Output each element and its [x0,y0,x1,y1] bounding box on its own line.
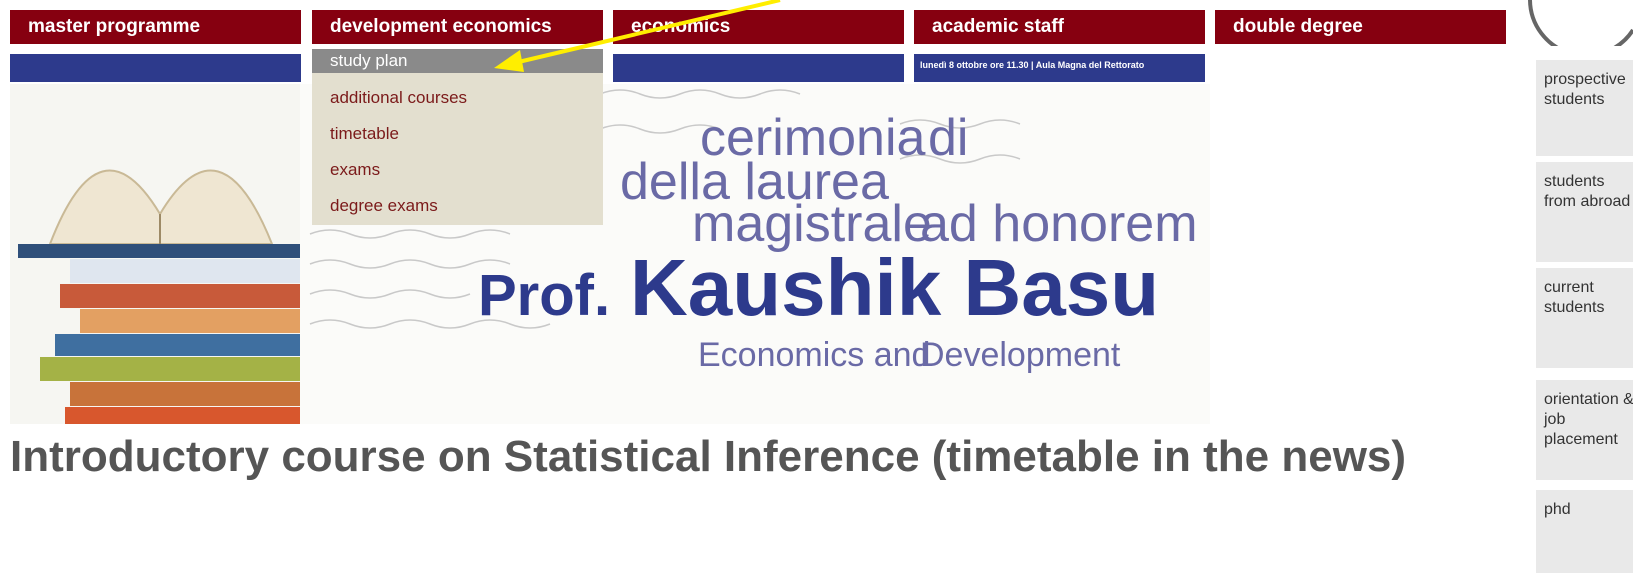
banner-prof: Prof. [478,263,611,328]
sidebar-item-label: students from abroad [1544,173,1631,210]
dropdown-item-exams[interactable]: exams [312,158,603,182]
banner-name: Kaushik Basu [630,243,1160,332]
sidebar-item-prospective-students[interactable]: prospective students [1536,60,1633,156]
dropdown-item-degree-exams[interactable]: degree exams [312,194,603,218]
banner-subtitle-a: Economics and [698,336,931,374]
sidebar-item-label: current students [1544,279,1605,316]
event-line: lunedì 8 ottobre ore 11.30 | Aula Magna … [920,60,1145,70]
banner-subtitle-b: Development [920,336,1121,374]
dropdown-item-timetable[interactable]: timetable [312,122,603,146]
annotation-arrow-icon [494,0,781,72]
tab-double-degree[interactable]: double degree [1215,10,1506,44]
page-title: Introductory course on Statistical Infer… [10,432,1407,481]
blue-bar [10,54,301,82]
tab-academic-staff[interactable]: academic staff [914,10,1205,44]
event-bar: lunedì 8 ottobre ore 11.30 | Aula Magna … [914,54,1205,82]
sidebar-item-students-from-abroad[interactable]: students from abroad [1536,162,1633,262]
dropdown-item-label: timetable [330,124,399,143]
sidebar-item-orientation-job-placement[interactable]: orientation & job placement [1536,380,1633,480]
books-image [10,84,310,424]
dropdown-item-additional-courses[interactable]: additional courses [312,86,603,110]
sidebar-item-label: prospective students [1544,71,1626,108]
tab-label: academic staff [932,16,1065,37]
tab-label: master programme [28,16,201,37]
sidebar-item-label: orientation & job placement [1544,391,1633,448]
dropdown-item-label: additional courses [330,88,468,107]
tab-label: double degree [1233,16,1363,37]
banner-line1b: di [928,109,969,167]
tab-master-programme[interactable]: master programme [10,10,301,44]
sidebar-item-phd[interactable]: phd [1536,490,1633,573]
sidebar-item-label: phd [1544,501,1571,518]
logo-circle-icon [1528,0,1633,46]
dropdown-item-label: study plan [330,51,408,70]
sidebar-item-current-students[interactable]: current students [1536,268,1633,368]
dropdown-item-label: exams [330,160,381,179]
dropdown-item-label: degree exams [330,196,438,215]
